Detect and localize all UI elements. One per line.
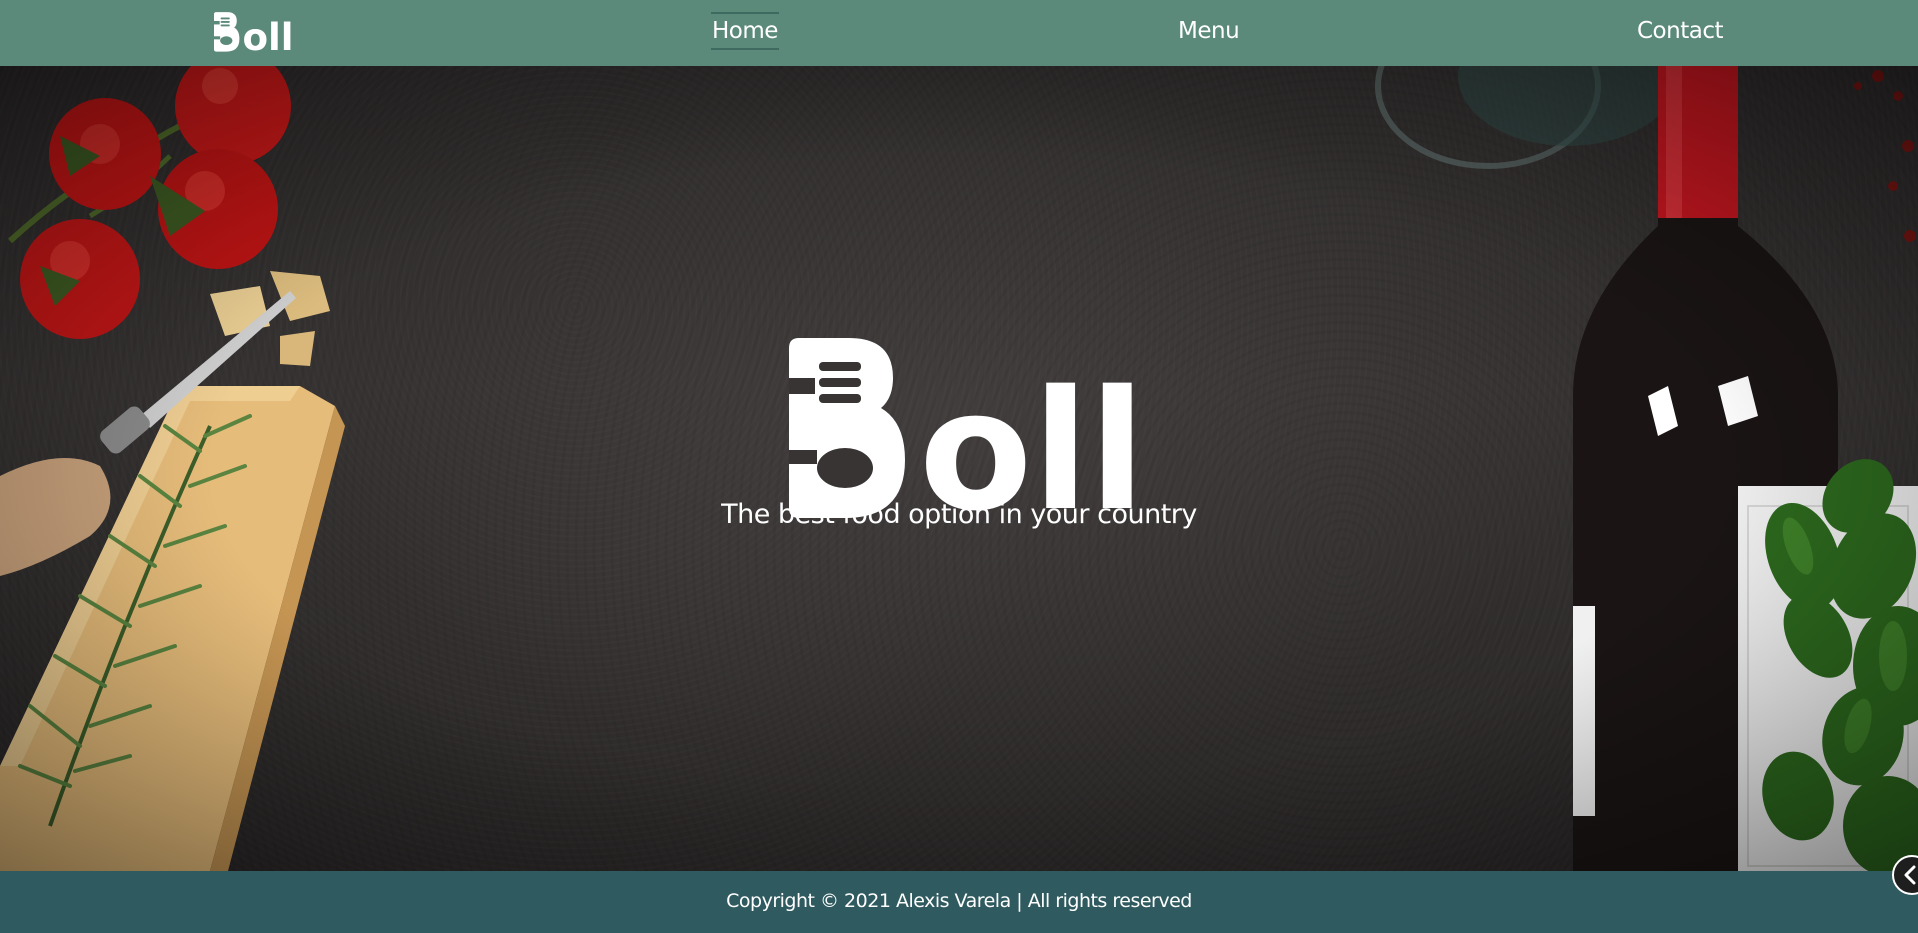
brand-logo-icon: olly xyxy=(214,12,292,54)
top-navbar: olly Home Menu Contact xyxy=(0,0,1918,66)
footer-copyright: Copyright © 2021 Alexis Varela | All rig… xyxy=(726,890,1192,912)
scroll-back-button[interactable] xyxy=(1892,855,1918,895)
nav-item-contact[interactable]: Contact xyxy=(1636,14,1724,48)
brand-logo-link[interactable]: olly xyxy=(214,12,292,54)
nav-item-home[interactable]: Home xyxy=(711,12,779,50)
page-footer: Copyright © 2021 Alexis Varela | All rig… xyxy=(0,871,1918,933)
hero-section: olly The best food option in your countr… xyxy=(0,66,1918,871)
brand-logo-text: olly xyxy=(242,15,292,54)
hero-tagline: The best food option in your country xyxy=(721,499,1197,530)
chevron-left-icon xyxy=(1904,865,1916,885)
nav-item-menu[interactable]: Menu xyxy=(1177,14,1240,48)
